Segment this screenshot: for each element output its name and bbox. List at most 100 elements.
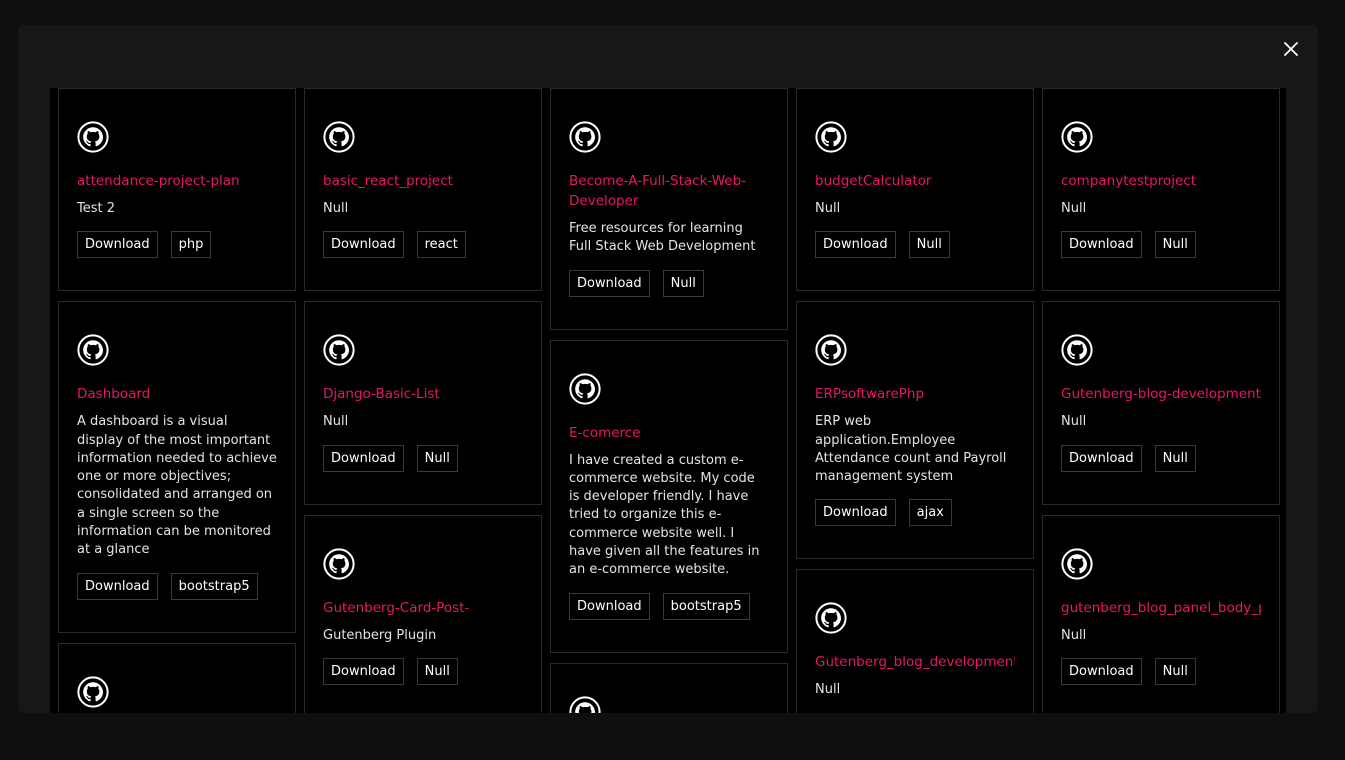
language-tag[interactable]: php	[170, 231, 212, 259]
github-icon	[569, 696, 601, 713]
repo-title[interactable]: Become-A-Full-Stack-Web-Developer	[569, 171, 769, 211]
repo-actions: Download Null	[1061, 657, 1261, 685]
language-tag[interactable]: react	[416, 231, 466, 259]
repo-column: budgetCalculator Null Download Null ERPsoftw…	[796, 88, 1034, 713]
repo-actions: Download Null	[323, 444, 523, 472]
repository-grid: attendance-project-plan Test 2 Download php…	[50, 88, 1286, 713]
language-tag[interactable]: Null	[1154, 657, 1196, 685]
repo-title[interactable]: budgetCalculator	[815, 171, 1015, 191]
repo-column: attendance-project-plan Test 2 Download php…	[58, 88, 296, 713]
repo-title[interactable]: gutenberg_blog_panel_body_pa	[1061, 598, 1261, 618]
repo-title[interactable]: attendance-project-plan	[77, 171, 277, 191]
download-button[interactable]: Download	[569, 269, 650, 297]
language-tag[interactable]: Null	[416, 657, 458, 685]
repo-column: basic_react_project Null Download react Djan…	[304, 88, 542, 713]
repo-title[interactable]: Gutenberg-blog-development	[1061, 384, 1261, 404]
repo-description: Null	[1061, 627, 1087, 643]
repo-card: ERPsoftwarePhp ERP web application.Employ…	[796, 301, 1034, 560]
download-button[interactable]: Download	[1061, 657, 1142, 685]
download-button[interactable]: Download	[815, 231, 896, 259]
language-tag[interactable]: Null	[416, 444, 458, 472]
repositories-modal: attendance-project-plan Test 2 Download php…	[18, 25, 1318, 713]
repo-card: Gutenberg-Card-Post- Gutenberg Plugin Down…	[304, 514, 542, 713]
github-icon	[323, 548, 355, 580]
language-tag[interactable]: bootstrap5	[170, 572, 258, 600]
repo-title[interactable]: Gutenberg_blog_development_l	[815, 652, 1015, 672]
github-icon	[323, 334, 355, 366]
repo-card: E-comerce I have created a custom e-comme…	[550, 339, 788, 653]
github-icon	[1061, 121, 1093, 153]
repo-title[interactable]: Dashboard	[77, 384, 277, 404]
repo-card	[58, 642, 296, 713]
repo-card: gutenberg_blog_panel_body_pa Null Download…	[1042, 514, 1280, 713]
repo-column: Become-A-Full-Stack-Web-Developer Free re…	[550, 88, 788, 713]
repo-actions: Download react	[323, 231, 523, 259]
repo-card: Gutenberg-blog-development Null Download Nu…	[1042, 301, 1280, 505]
repo-card: attendance-project-plan Test 2 Download php	[58, 88, 296, 292]
language-tag[interactable]: Null	[908, 231, 950, 259]
repo-description: Null	[1061, 414, 1087, 430]
download-button[interactable]: Download	[77, 572, 158, 600]
github-icon	[77, 676, 109, 708]
repo-card: Dashboard A dashboard is a visual display…	[58, 301, 296, 633]
repo-description: Free resources for learning Full Stack W…	[569, 221, 756, 255]
repo-description: Null	[815, 201, 841, 216]
repo-actions: Download Null	[1061, 444, 1261, 472]
close-icon	[1284, 42, 1298, 56]
download-button[interactable]: Download	[77, 231, 158, 259]
repo-description: Null	[323, 414, 349, 430]
language-tag[interactable]: Null	[1154, 231, 1196, 259]
language-tag[interactable]: Null	[662, 269, 704, 297]
repo-card: basic_react_project Null Download react	[304, 88, 542, 292]
download-button[interactable]: Download	[1061, 231, 1142, 259]
repo-title[interactable]: companytestproject	[1061, 171, 1261, 191]
download-button[interactable]: Download	[323, 231, 404, 259]
repo-description: ERP web application.Employee Attendance …	[815, 414, 1007, 485]
repository-grid-scroll[interactable]: attendance-project-plan Test 2 Download php…	[50, 88, 1286, 713]
repo-column: companytestproject Null Download Null Gutenb…	[1042, 88, 1280, 713]
repo-description: A dashboard is a visual display of the m…	[77, 414, 277, 558]
language-tag[interactable]: bootstrap5	[662, 592, 750, 620]
github-icon	[815, 602, 847, 634]
repo-description: Null	[1061, 201, 1087, 216]
repo-actions: Download Null	[1061, 231, 1261, 259]
download-button[interactable]: Download	[323, 657, 404, 685]
repo-title[interactable]: Django-Basic-List	[323, 384, 523, 404]
repo-actions: Download php	[77, 231, 277, 259]
repo-card	[550, 662, 788, 713]
repo-description: Null	[323, 201, 349, 216]
language-tag[interactable]: ajax	[908, 499, 952, 527]
repo-title[interactable]: E-comerce	[569, 423, 769, 443]
repo-actions: Download bootstrap5	[569, 592, 769, 620]
download-button[interactable]: Download	[1061, 444, 1142, 472]
repo-actions: Download Null	[323, 657, 523, 685]
repo-actions: Download bootstrap5	[77, 572, 277, 600]
repo-title[interactable]: Gutenberg-Card-Post-	[323, 598, 523, 618]
close-button[interactable]	[1276, 34, 1306, 64]
github-icon	[1061, 548, 1093, 580]
repo-card: Gutenberg_blog_development_lNullDownload…	[796, 569, 1034, 713]
download-button[interactable]: Download	[815, 499, 896, 527]
repo-title[interactable]: ERPsoftwarePhp	[815, 384, 1015, 404]
download-button[interactable]: Download	[569, 592, 650, 620]
language-tag[interactable]: Null	[1154, 444, 1196, 472]
repo-title[interactable]: basic_react_project	[323, 171, 523, 191]
repo-card: companytestproject Null Download Null	[1042, 88, 1280, 292]
repo-actions: Download ajax	[815, 499, 1015, 527]
repo-card: Django-Basic-List Null Download Null	[304, 301, 542, 505]
repo-card: budgetCalculator Null Download Null	[796, 88, 1034, 292]
github-icon	[77, 121, 109, 153]
repo-actions: Download Null	[815, 231, 1015, 259]
repo-description: Gutenberg Plugin	[323, 627, 437, 643]
repo-description: Test 2	[77, 201, 116, 216]
github-icon	[323, 121, 355, 153]
github-icon	[1061, 334, 1093, 366]
repo-description: I have created a custom e-commerce websi…	[569, 452, 760, 578]
download-button[interactable]: Download	[323, 444, 404, 472]
github-icon	[569, 121, 601, 153]
github-icon	[815, 121, 847, 153]
github-icon	[569, 373, 601, 405]
repo-description: Null	[815, 682, 841, 698]
repo-actions: Download Null	[569, 269, 769, 297]
repo-card: Become-A-Full-Stack-Web-Developer Free re…	[550, 88, 788, 330]
